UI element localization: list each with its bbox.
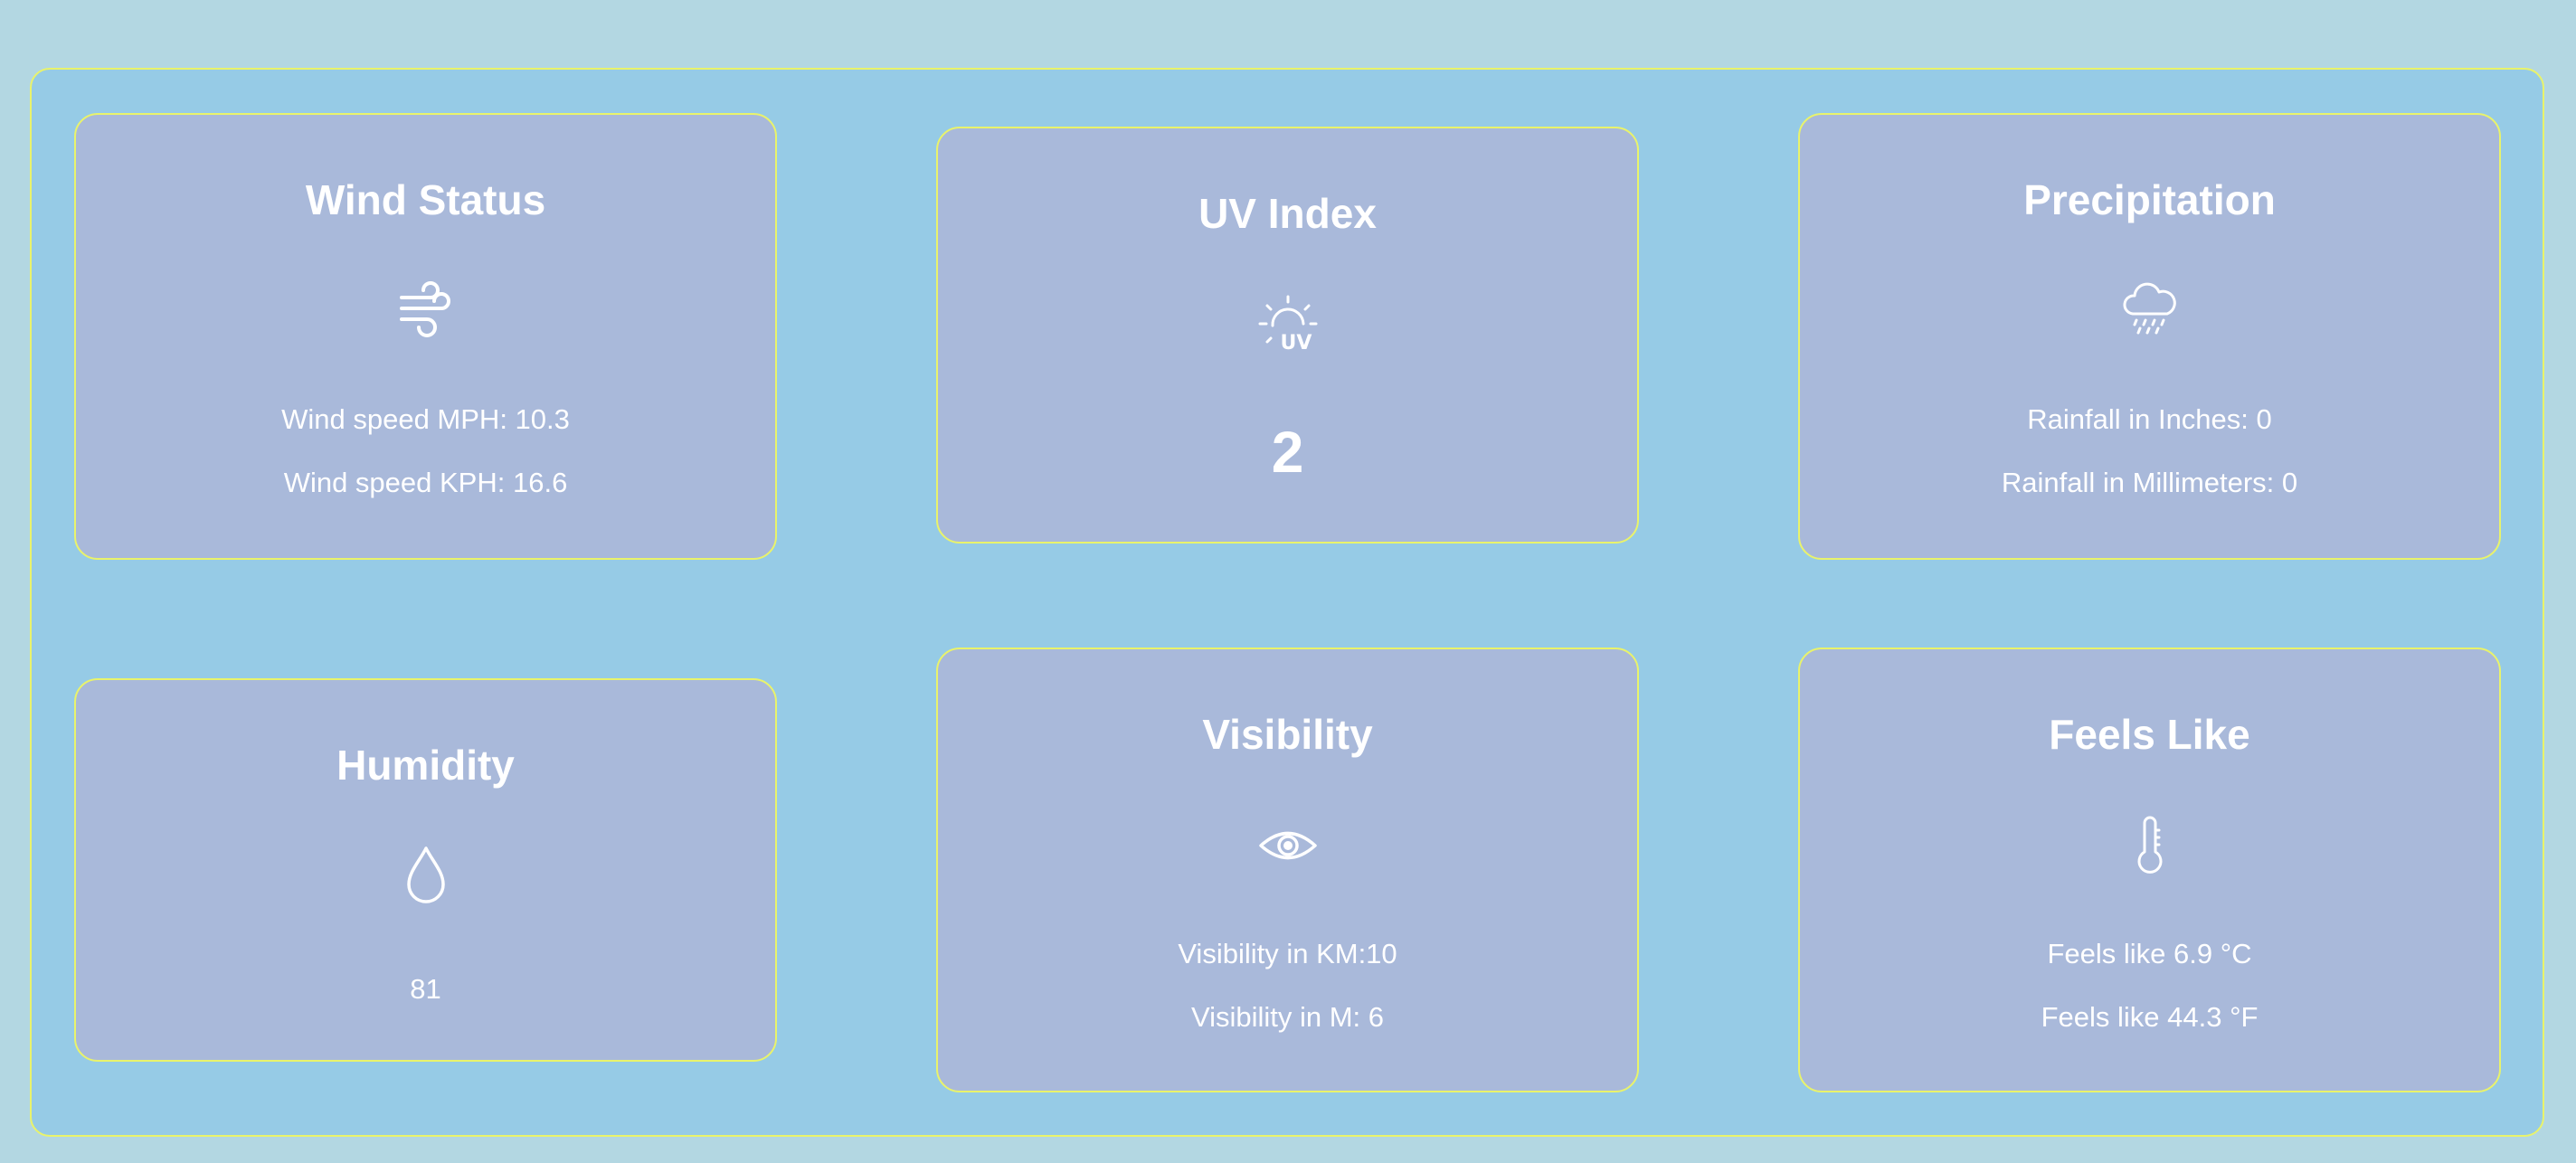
visibility-m: Visibility in M: 6 xyxy=(1190,1001,1385,1033)
wind-icon xyxy=(394,278,458,341)
humidity-card: Humidity 81 xyxy=(74,678,777,1062)
card-title: Visibility xyxy=(1202,711,1373,758)
rainfall-millimeters: Rainfall in Millimeters: 0 xyxy=(2001,467,2298,498)
uv-index-value: 2 xyxy=(1271,420,1304,485)
wind-speed-mph: Wind speed MPH: 10.3 xyxy=(281,403,570,435)
wind-speed-kph: Wind speed KPH: 16.6 xyxy=(283,467,568,498)
uv-sun-icon: UV xyxy=(1256,293,1320,356)
thermometer-icon xyxy=(2118,814,2182,877)
feels-like-card: Feels Like Feels like 6.9 °C Feels like … xyxy=(1798,648,2501,1092)
uv-index-card: UV Index UV 2 xyxy=(936,127,1639,544)
water-drop-icon xyxy=(394,843,458,906)
feels-like-celsius: Feels like 6.9 °C xyxy=(2047,938,2252,969)
rain-cloud-icon xyxy=(2118,278,2182,341)
precipitation-card: Precipitation Rainfall in Inches: 0 Rain… xyxy=(1798,113,2501,560)
card-title: Precipitation xyxy=(2023,176,2276,223)
card-title: UV Index xyxy=(1198,190,1377,237)
card-title: Feels Like xyxy=(2049,711,2250,758)
wind-status-card: Wind Status Wind speed MPH: 10.3 Wind sp… xyxy=(74,113,777,560)
eye-icon xyxy=(1256,814,1320,877)
rainfall-inches: Rainfall in Inches: 0 xyxy=(2027,403,2272,435)
visibility-card: Visibility Visibility in KM:10 Visibilit… xyxy=(936,648,1639,1092)
svg-text:UV: UV xyxy=(1280,332,1312,355)
visibility-km: Visibility in KM:10 xyxy=(1178,938,1397,969)
card-title: Humidity xyxy=(336,742,515,789)
feels-like-fahrenheit: Feels like 44.3 °F xyxy=(2041,1001,2259,1033)
card-title: Wind Status xyxy=(305,176,546,223)
humidity-value: 81 xyxy=(410,973,441,1005)
